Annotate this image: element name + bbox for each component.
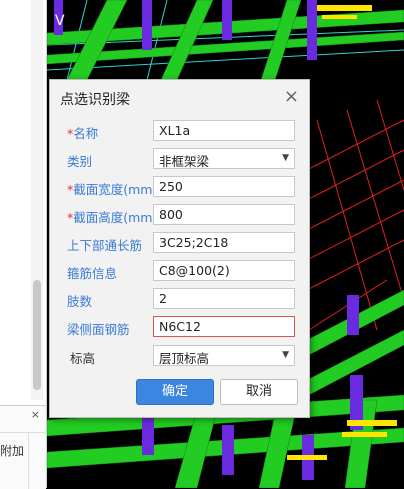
cancel-button[interactable]: 取消 bbox=[220, 379, 298, 405]
name-label: *名称 bbox=[67, 123, 98, 142]
side-rebar-label: 梁侧面钢筋 bbox=[67, 322, 130, 337]
leg-count-label: 肢数 bbox=[67, 294, 93, 309]
stirrup-info-label: 箍筋信息 bbox=[67, 266, 118, 281]
category-select-value: 非框架梁 bbox=[159, 154, 210, 169]
left-bottom-panel: × 附加 bbox=[0, 405, 46, 489]
recognize-beam-dialog: 点选识别梁 × *名称 XL1a 类别 非框架梁 ▼ *截面宽度(mm) 250… bbox=[49, 79, 310, 418]
continuous-rebar-label: 上下部通长筋 bbox=[67, 238, 143, 253]
chevron-down-icon: ▼ bbox=[282, 350, 289, 360]
elevation-select-value: 层顶标高 bbox=[159, 351, 210, 366]
section-width-label-text: 截面宽度(mm) bbox=[73, 182, 158, 197]
dialog-close-icon[interactable]: × bbox=[284, 86, 299, 107]
left-bottom-divider bbox=[0, 432, 46, 433]
left-scrollbar[interactable] bbox=[31, 0, 43, 400]
left-bottom-column-divider bbox=[28, 432, 29, 489]
elevation-select[interactable]: 层顶标高 ▼ bbox=[153, 345, 295, 366]
section-height-label-text: 截面高度(mm) bbox=[73, 210, 158, 225]
elevation-label: 标高 bbox=[70, 351, 96, 366]
stirrup-info-input[interactable]: C8@100(2) bbox=[153, 260, 295, 281]
section-height-input[interactable]: 800 bbox=[153, 204, 295, 225]
chevron-down-icon: ▼ bbox=[282, 153, 289, 163]
section-width-label: *截面宽度(mm) bbox=[67, 179, 157, 198]
left-side-panel: × 附加 bbox=[0, 0, 47, 489]
leg-count-input[interactable]: 2 bbox=[153, 288, 295, 309]
section-width-input[interactable]: 250 bbox=[153, 176, 295, 197]
side-rebar-input[interactable]: N6C12 bbox=[153, 316, 295, 337]
name-input[interactable]: XL1a bbox=[153, 120, 295, 141]
viewport-side-letter: V bbox=[55, 13, 65, 29]
dialog-title: 点选识别梁 bbox=[60, 92, 130, 108]
left-bottom-close-icon[interactable]: × bbox=[31, 408, 40, 421]
section-height-label: *截面高度(mm) bbox=[67, 207, 157, 226]
left-scrollbar-thumb[interactable] bbox=[33, 280, 41, 390]
left-bottom-text: 附加 bbox=[0, 444, 25, 458]
ok-button[interactable]: 确定 bbox=[136, 379, 214, 405]
category-label: 类别 bbox=[67, 154, 93, 169]
category-select[interactable]: 非框架梁 ▼ bbox=[153, 148, 295, 169]
name-label-text: 名称 bbox=[73, 126, 99, 141]
continuous-rebar-input[interactable]: 3C25;2C18 bbox=[153, 232, 295, 253]
